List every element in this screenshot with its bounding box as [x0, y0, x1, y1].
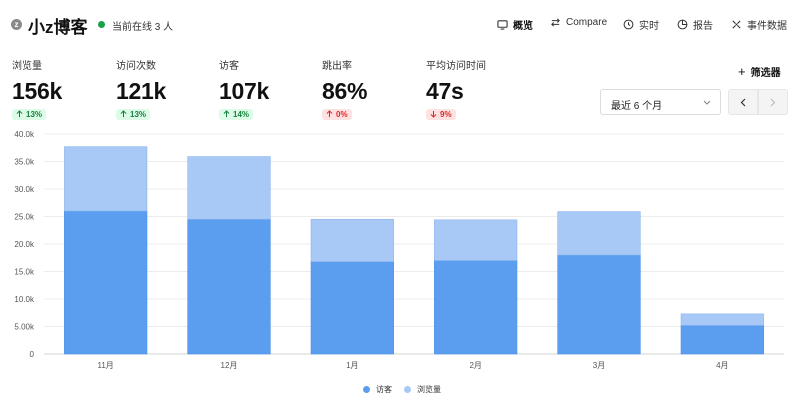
bar-segment-pageviews[interactable]	[557, 211, 641, 256]
chevron-down-icon	[703, 100, 711, 105]
x-tick-label: 12月	[221, 361, 238, 370]
bar-segment-visitors[interactable]	[64, 210, 148, 355]
site-title: 小z博客	[28, 18, 88, 37]
online-status-dot	[98, 21, 105, 28]
metric-value: 121k	[116, 78, 166, 104]
y-tick-label: 25.0k	[14, 213, 35, 222]
change-badge: 0%	[322, 108, 352, 120]
y-tick-label: 40.0k	[14, 130, 35, 139]
event-data-icon	[732, 20, 741, 29]
bar-segment-visitors[interactable]	[557, 254, 641, 355]
metric-avg-visit-time: 平均访问时间 47s 9%	[426, 57, 486, 123]
metric-visitors: 访客 107k 14%	[219, 57, 269, 123]
chevron-right-icon	[770, 98, 776, 106]
y-tick-label: 5.00k	[14, 323, 35, 332]
metric-bounce-rate: 跳出率 86% 0%	[322, 57, 367, 123]
legend-swatch	[363, 386, 370, 393]
top-header: z 小z博客 当前在线 3 人 概览 Compare 实时 报告 事件数据	[0, 0, 800, 50]
filter-button-label: 筛选器	[750, 68, 781, 79]
metric-label: 访问次数	[116, 61, 156, 72]
clock-icon	[623, 19, 634, 30]
online-visitors-text: 当前在线 3 人	[112, 22, 174, 33]
chevron-left-icon	[740, 98, 746, 106]
y-tick-label: 15.0k	[14, 268, 35, 277]
change-value: 0%	[336, 109, 348, 119]
swap-arrows-icon	[551, 18, 560, 27]
filter-button[interactable]: + 筛选器	[738, 63, 781, 80]
metric-pageviews: 浏览量 156k 13%	[12, 57, 62, 123]
visits-bar-chart: 0 5.00k 10.0k 15.0k 20.0k 25.0k 30.0k 35.0k 40.0…	[14, 130, 784, 370]
y-tick-label: 35.0k	[14, 158, 35, 167]
legend-swatch	[404, 386, 411, 393]
bar-segment-visitors[interactable]	[680, 325, 764, 355]
arrow-up-icon	[120, 110, 127, 118]
change-badge: 9%	[426, 108, 456, 120]
bar-segment-visitors[interactable]	[310, 261, 394, 355]
plus-icon: +	[738, 63, 746, 79]
site-logo-icon: z	[11, 19, 22, 30]
next-period-button[interactable]	[758, 89, 788, 115]
y-tick-label: 20.0k	[14, 240, 35, 249]
nav-compare-label: Compare	[566, 17, 608, 28]
change-value: 13%	[130, 109, 147, 119]
metric-label: 跳出率	[322, 61, 352, 72]
date-range-select[interactable]: 最近 6 个月	[600, 89, 721, 115]
metric-label: 浏览量	[12, 61, 42, 72]
bar-segment-pageviews[interactable]	[64, 146, 148, 212]
x-tick-label: 2月	[469, 361, 481, 370]
bar-segment-pageviews[interactable]	[310, 218, 394, 262]
metric-label: 访客	[219, 61, 239, 72]
nav-compare[interactable]: Compare	[550, 17, 607, 28]
nav-realtime[interactable]: 实时	[623, 17, 659, 32]
x-tick-label: 4月	[716, 361, 728, 370]
metric-value: 86%	[322, 78, 368, 104]
legend-label: 访客	[376, 385, 392, 394]
nav-reports-label: 报告	[693, 21, 713, 32]
y-tick-label: 0	[30, 350, 35, 359]
legend-item-pageviews[interactable]: 浏览量	[404, 384, 441, 395]
nav-realtime-label: 实时	[639, 21, 659, 32]
bar-segment-pageviews[interactable]	[680, 313, 764, 326]
bar-segment-pageviews[interactable]	[434, 219, 518, 261]
x-tick-label: 3月	[593, 361, 605, 370]
change-badge: 13%	[12, 108, 47, 120]
pie-report-icon	[677, 19, 688, 30]
arrow-up-icon	[223, 110, 230, 118]
bar-segment-visitors[interactable]	[187, 218, 271, 355]
bar-segment-pageviews[interactable]	[187, 156, 271, 220]
nav-overview-label: 概览	[513, 21, 533, 32]
change-value: 9%	[440, 109, 452, 119]
nav-reports[interactable]: 报告	[677, 17, 713, 32]
x-tick-label: 1月	[346, 361, 358, 370]
nav-events[interactable]: 事件数据	[731, 17, 787, 32]
metric-label: 平均访问时间	[426, 61, 486, 72]
arrow-up-icon	[326, 110, 333, 118]
y-tick-label: 30.0k	[14, 185, 35, 194]
y-tick-label: 10.0k	[14, 295, 35, 304]
metric-value: 47s	[426, 78, 464, 104]
x-tick-label: 11月	[98, 361, 114, 370]
bar-segment-visitors[interactable]	[434, 260, 518, 355]
metric-value: 107k	[219, 78, 269, 104]
previous-period-button[interactable]	[728, 89, 758, 115]
legend-item-visitors[interactable]: 访客	[363, 384, 392, 395]
change-badge: 13%	[116, 108, 151, 120]
monitor-icon	[497, 20, 508, 30]
legend-label: 浏览量	[417, 385, 441, 394]
arrow-down-icon	[430, 110, 437, 118]
change-badge: 14%	[219, 108, 254, 120]
change-value: 14%	[233, 109, 250, 119]
metric-visits: 访问次数 121k 13%	[116, 57, 166, 123]
change-value: 13%	[26, 109, 43, 119]
nav-events-label: 事件数据	[747, 21, 787, 32]
metric-value: 156k	[12, 78, 62, 104]
nav-overview[interactable]: 概览	[497, 17, 533, 32]
date-range-value: 最近 6 个月	[611, 101, 663, 112]
arrow-up-icon	[16, 110, 23, 118]
